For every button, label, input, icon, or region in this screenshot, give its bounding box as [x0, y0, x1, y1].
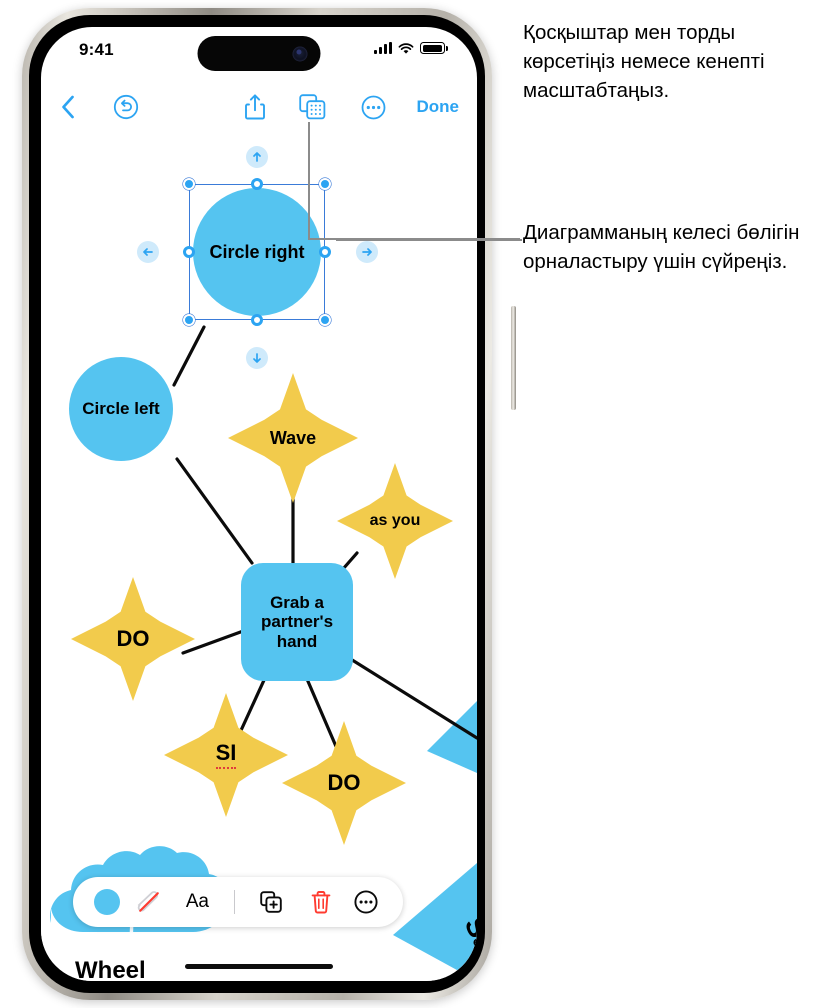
selection-frame [189, 184, 325, 320]
text-format-button[interactable]: Aa [173, 891, 222, 913]
duplicate-button[interactable] [247, 890, 296, 914]
format-more-button[interactable] [345, 890, 387, 914]
node-label: as you [369, 512, 421, 530]
no-stroke-icon [137, 891, 159, 912]
arrow-left-button[interactable] [137, 241, 159, 263]
node-circle-left[interactable]: Circle left [69, 357, 173, 461]
callout-leader-horizontal-2 [336, 239, 522, 241]
toolbar-divider [233, 890, 235, 914]
power-button[interactable] [511, 306, 516, 410]
node-label: Grab a partner's hand [260, 593, 334, 651]
selection-handle-br[interactable] [319, 314, 331, 326]
background-label-wheel: Wheel [75, 957, 146, 981]
node-label: Wave [269, 427, 317, 448]
signal-bars-icon [374, 42, 392, 54]
selection-handle-mr[interactable] [319, 246, 331, 258]
connectors-grid-button[interactable] [297, 92, 327, 122]
selection-handle-tr[interactable] [319, 178, 331, 190]
arrow-up-button[interactable] [246, 146, 268, 168]
status-indicators [374, 42, 448, 54]
arrow-right-button[interactable] [356, 241, 378, 263]
front-camera-icon [292, 46, 308, 61]
arrow-down-button[interactable] [246, 347, 268, 369]
stroke-button[interactable] [125, 889, 172, 915]
selection-handle-tl[interactable] [183, 178, 195, 190]
ellipsis-circle-icon [354, 890, 378, 914]
iphone-frame: 9:41 Done Circle right Circle left Wave … [22, 8, 516, 1000]
selection-handle-tm[interactable] [251, 178, 263, 190]
fill-color-swatch [94, 889, 121, 915]
status-time: 9:41 [79, 40, 114, 59]
done-button[interactable]: Done [417, 97, 460, 117]
undo-button[interactable] [111, 92, 141, 122]
screenshot-root: 9:41 Done Circle right Circle left Wave … [0, 0, 817, 1008]
dynamic-island [197, 36, 321, 71]
trash-icon [311, 891, 330, 914]
node-grab-partners-hand[interactable]: Grab a partner's hand [241, 563, 353, 681]
share-button[interactable] [241, 92, 269, 122]
selection-handle-bl[interactable] [183, 314, 195, 326]
battery-icon [420, 42, 448, 54]
node-label: SI [215, 741, 237, 769]
callout-drag: Диаграмманың келесі бөлігін орналастыру … [523, 221, 800, 274]
selection-handle-ml[interactable] [183, 246, 195, 258]
callout-connectors: Қосқыштар мен торды көрсетіңіз немесе ке… [523, 21, 765, 103]
duplicate-icon [260, 891, 283, 913]
phone-screen: 9:41 Done Circle right Circle left Wave … [41, 27, 477, 981]
status-bar: 9:41 [41, 27, 477, 81]
wifi-icon [398, 42, 414, 54]
delete-button[interactable] [296, 890, 345, 914]
top-toolbar: Done [41, 81, 477, 133]
node-label: DO [116, 625, 150, 651]
more-options-button[interactable] [359, 92, 387, 122]
node-label: DO [327, 769, 361, 795]
node-label: Circle left [82, 399, 160, 419]
back-button[interactable] [55, 92, 81, 122]
callout-leader-vertical-1 [308, 122, 310, 240]
phone-bezel: 9:41 Done Circle right Circle left Wave … [29, 15, 485, 993]
selection-handle-bm[interactable] [251, 314, 263, 326]
format-toolbar: Aa [73, 877, 403, 927]
diagram-canvas[interactable]: Circle right Circle left Wave as you Gra… [41, 133, 477, 981]
home-indicator[interactable] [185, 964, 333, 969]
fill-color-button[interactable] [89, 889, 125, 915]
